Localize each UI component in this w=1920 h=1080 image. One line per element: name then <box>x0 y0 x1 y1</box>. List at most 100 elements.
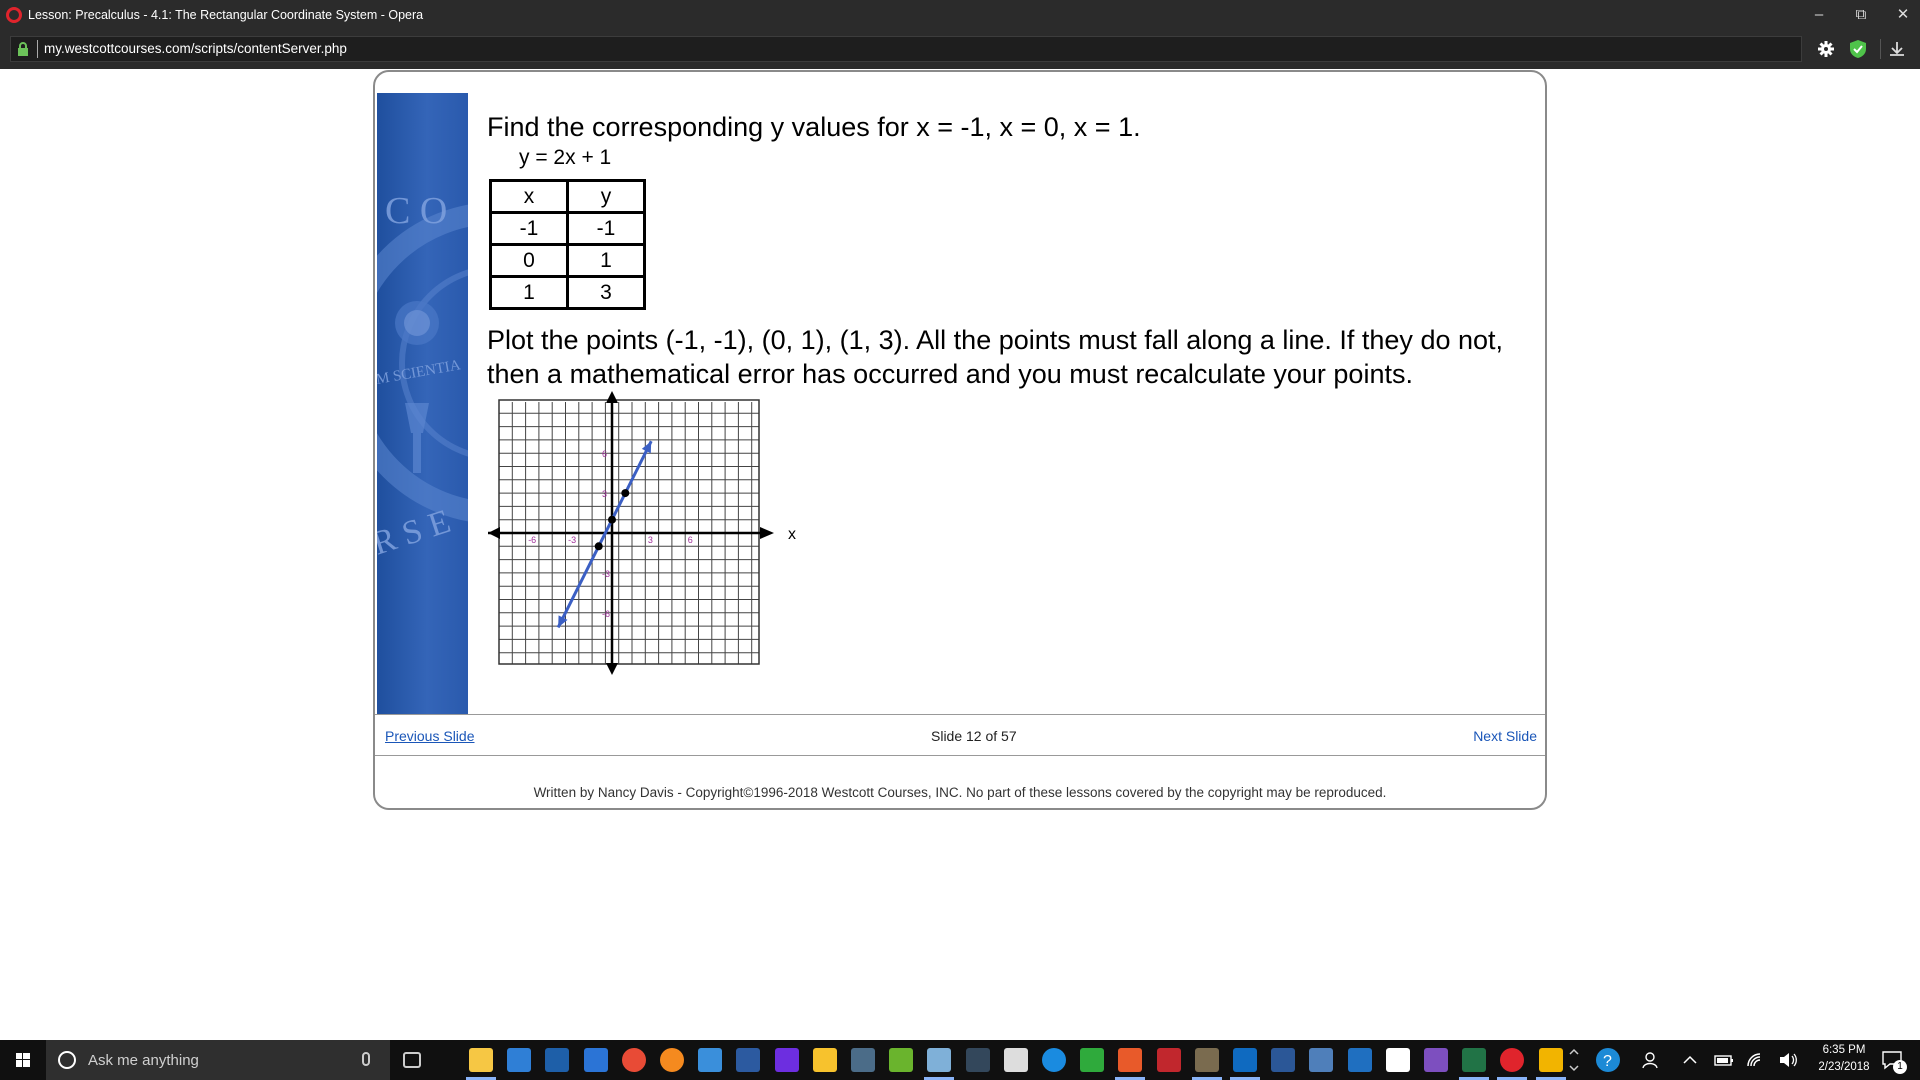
y-tick-label: 3 <box>602 489 607 499</box>
window-title: Lesson: Precalculus - 4.1: The Rectangul… <box>28 8 424 22</box>
settings-gear-icon[interactable] <box>1815 38 1837 60</box>
table-header-row: x y <box>489 179 646 214</box>
x-tick-label: 6 <box>688 535 693 545</box>
y-tick-label: -3 <box>602 569 610 579</box>
url-field[interactable]: my.westcottcourses.com/scripts/contentSe… <box>10 36 1802 62</box>
media-icon[interactable] <box>965 1048 990 1072</box>
x-tick-label: -6 <box>528 535 536 545</box>
teamviewer-icon[interactable] <box>1042 1048 1066 1072</box>
cortana-search-box[interactable]: Ask me anything <box>46 1040 390 1080</box>
xy-value-table: x y -1 -1 0 1 1 3 <box>489 179 646 310</box>
slide-counter: Slide 12 of 57 <box>931 728 1017 744</box>
table-cell: 1 <box>489 275 569 310</box>
equation-text: y = 2x + 1 <box>519 146 612 169</box>
outlook-icon[interactable] <box>1233 1048 1257 1072</box>
clock-time[interactable]: 6:35 PM <box>1800 1044 1888 1056</box>
lesson-slide: C O M SCIENTIA R S E Find the correspond… <box>373 70 1547 810</box>
x-axis-label: x <box>788 526 796 543</box>
table-header-x: x <box>489 179 569 214</box>
download-icon[interactable] <box>1886 38 1908 60</box>
powershell-icon[interactable] <box>736 1048 761 1072</box>
excel-icon[interactable] <box>1462 1048 1487 1072</box>
copyright-text: Written by Nancy Davis - Copyright©1996-… <box>533 785 1387 800</box>
banner-letters-middle: M SCIENTIA <box>377 357 462 388</box>
table-cell: 0 <box>489 243 569 278</box>
x-axis-right-arrow <box>760 527 774 539</box>
help-icon[interactable]: ? <box>1596 1048 1620 1072</box>
notepad-icon[interactable] <box>927 1048 952 1072</box>
opera-logo-icon <box>6 7 22 23</box>
file-explorer-icon[interactable] <box>469 1048 493 1072</box>
xmind-icon[interactable] <box>1118 1048 1143 1072</box>
close-button[interactable]: ✕ <box>1882 0 1920 31</box>
table-row: 0 1 <box>489 243 646 278</box>
vpn-shield-icon[interactable] <box>1847 38 1869 60</box>
footer-divider <box>375 714 1545 715</box>
wifi-icon[interactable] <box>1744 1048 1768 1072</box>
notification-count-badge: 1 <box>1893 1060 1907 1074</box>
svg-text:?: ? <box>1603 1053 1612 1070</box>
people-icon[interactable] <box>1640 1048 1664 1072</box>
volume-icon[interactable] <box>1776 1048 1800 1072</box>
lock-icon <box>18 42 28 56</box>
cortana-icon <box>58 1051 76 1069</box>
y-axis-top-arrow <box>606 391 618 403</box>
firefox-icon[interactable] <box>660 1048 684 1072</box>
dp-icon[interactable] <box>774 1048 799 1072</box>
clock-date[interactable]: 2/23/2018 <box>1800 1061 1888 1073</box>
school-seal-banner: C O M SCIENTIA R S E <box>377 93 468 714</box>
plotted-point <box>594 542 603 551</box>
minimize-button[interactable]: – <box>1798 0 1840 31</box>
table-cell: 1 <box>566 243 646 278</box>
window-titlebar: Lesson: Precalculus - 4.1: The Rectangul… <box>0 0 1920 31</box>
task-view-icon[interactable] <box>403 1052 421 1068</box>
steam-icon[interactable] <box>851 1048 875 1072</box>
banner-letters-bottom: R S E <box>377 503 455 563</box>
visual-studio-icon[interactable] <box>1424 1048 1448 1072</box>
store-icon[interactable] <box>507 1048 532 1072</box>
coordinate-graph: xy-6-33663-3-6 <box>488 391 796 675</box>
x-axis-left-arrow <box>488 527 500 539</box>
taskbar-scroll-icon[interactable] <box>1568 1044 1580 1076</box>
previous-slide-link[interactable]: Previous Slide <box>385 728 475 744</box>
x-tick-label: -3 <box>568 535 576 545</box>
plotted-point <box>608 515 616 524</box>
mail-icon[interactable] <box>1385 1048 1410 1072</box>
question-text: Find the corresponding y values for x = … <box>487 112 1141 142</box>
microphone-icon[interactable] <box>362 1052 370 1066</box>
ie-icon[interactable] <box>698 1048 723 1072</box>
remote-icon[interactable] <box>1347 1048 1372 1072</box>
restore-button[interactable]: ⧉ <box>1840 0 1882 31</box>
star-icon[interactable] <box>812 1048 837 1072</box>
windows-start-icon[interactable] <box>0 1040 46 1080</box>
xampp-icon[interactable] <box>545 1048 570 1072</box>
table-header-y: y <box>566 179 646 214</box>
table-cell: 3 <box>566 275 646 310</box>
filezilla-icon[interactable] <box>1156 1048 1181 1072</box>
address-bar: my.westcottcourses.com/scripts/contentSe… <box>0 31 1920 69</box>
chevron-up-icon[interactable] <box>1678 1048 1702 1072</box>
word-icon[interactable] <box>1271 1048 1296 1072</box>
y-tick-label: -6 <box>602 609 610 619</box>
next-slide-link[interactable]: Next Slide <box>1473 728 1537 744</box>
calculator-icon[interactable] <box>1003 1048 1028 1072</box>
plot-instruction-text: Plot the points (-1, -1), (0, 1), (1, 3)… <box>487 325 1504 389</box>
edge-icon[interactable] <box>583 1048 608 1072</box>
table-row: -1 -1 <box>489 211 646 246</box>
camtasia-icon[interactable] <box>1080 1048 1105 1072</box>
plotted-point <box>621 489 630 498</box>
y-tick-label: 6 <box>602 449 607 459</box>
x-tick-label: 3 <box>648 535 653 545</box>
table-cell: -1 <box>566 211 646 246</box>
y-axis-bottom-arrow <box>606 663 618 675</box>
search-placeholder: Ask me anything <box>88 1052 199 1069</box>
url-text: my.westcottcourses.com/scripts/contentSe… <box>44 41 347 56</box>
opera-icon[interactable] <box>1500 1048 1525 1072</box>
table-row: 1 3 <box>489 275 646 310</box>
battery-icon[interactable] <box>1712 1048 1736 1072</box>
lambda-icon[interactable] <box>889 1048 914 1072</box>
network-icon[interactable] <box>1309 1048 1334 1072</box>
slides-icon[interactable] <box>1538 1048 1563 1072</box>
chrome-icon[interactable] <box>621 1048 646 1072</box>
sublime-icon[interactable] <box>1194 1048 1219 1072</box>
